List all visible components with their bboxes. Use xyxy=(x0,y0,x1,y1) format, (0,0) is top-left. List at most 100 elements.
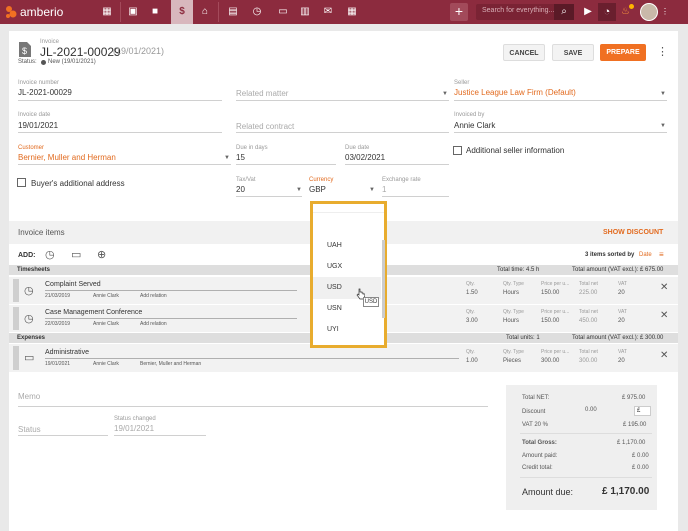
search-placeholder: Search for everything... xyxy=(482,7,555,14)
buyer-address-checkbox[interactable] xyxy=(17,178,26,187)
save-button[interactable]: SAVE xyxy=(552,44,594,61)
chevron-down-icon[interactable]: ▼ xyxy=(296,187,302,193)
related-contract-field[interactable]: Related contract xyxy=(236,122,294,131)
stopwatch-icon[interactable]: ◔ xyxy=(598,3,616,21)
prepare-button[interactable]: PREPARE xyxy=(600,44,646,61)
amberio-logo-icon[interactable] xyxy=(5,5,17,19)
item-user[interactable]: Annie Clark xyxy=(93,361,119,367)
chevron-down-icon[interactable]: ▼ xyxy=(442,91,448,97)
drag-handle[interactable] xyxy=(13,346,19,370)
item-date[interactable]: 21/03/2019 xyxy=(45,293,70,299)
additional-seller-label: Additional seller information xyxy=(466,146,565,155)
item-relation[interactable]: Bernier, Muller and Herman xyxy=(140,361,201,367)
remove-row-icon[interactable]: ✕ xyxy=(660,282,668,293)
invoice-number-field[interactable]: JL-2021-00029 xyxy=(18,88,72,97)
currency-option[interactable]: USN xyxy=(327,305,342,312)
brand-name[interactable]: amberio xyxy=(20,5,63,19)
qty-field[interactable]: 1.00 xyxy=(466,358,478,364)
additional-seller-checkbox[interactable] xyxy=(453,146,462,155)
folder-icon[interactable]: ▭ xyxy=(276,5,290,19)
more-options-icon[interactable]: ⋮ xyxy=(657,45,668,58)
user-avatar[interactable] xyxy=(640,3,658,21)
qty-type-field[interactable]: Hours xyxy=(503,290,519,296)
vat-field[interactable]: 20 xyxy=(618,290,625,296)
item-date[interactable]: 22/03/2019 xyxy=(45,321,70,327)
add-relation-link[interactable]: Add relation xyxy=(140,293,167,299)
time-icon[interactable]: ◷ xyxy=(250,5,264,19)
drag-handle[interactable] xyxy=(13,279,19,302)
related-matter-field[interactable]: Related matter xyxy=(236,89,288,98)
notification-badge xyxy=(629,4,634,9)
invoices-icon[interactable]: $ xyxy=(175,5,189,19)
chevron-down-icon[interactable]: ▼ xyxy=(660,91,666,97)
qty-type-field[interactable]: Pieces xyxy=(503,358,521,364)
add-fixed-fee-icon[interactable]: ⊕ xyxy=(97,248,106,261)
invoiced-by-field[interactable]: Annie Clark xyxy=(454,121,495,130)
search-icon[interactable]: ⌕ xyxy=(554,4,574,20)
qty-field[interactable]: 1.50 xyxy=(466,290,478,296)
table-icon[interactable]: ▦ xyxy=(345,5,359,19)
exchange-rate-field[interactable]: 1 xyxy=(382,185,386,194)
cancel-button[interactable]: CANCEL xyxy=(503,44,545,61)
customer-label: Customer xyxy=(18,145,45,151)
item-user[interactable]: Annie Clark xyxy=(93,321,119,327)
contacts-icon[interactable]: ▣ xyxy=(126,5,140,19)
item-title[interactable]: Case Management Conference xyxy=(45,309,142,316)
global-search-input[interactable]: Search for everything... ⌕ xyxy=(476,4,574,20)
create-new-button[interactable]: + xyxy=(450,3,468,21)
due-date-field[interactable]: 03/02/2021 xyxy=(345,153,385,162)
status-field[interactable]: Status xyxy=(18,425,41,434)
due-days-field[interactable]: 15 xyxy=(236,153,245,162)
currency-field[interactable]: GBP xyxy=(309,185,326,194)
vat-field[interactable]: 20 xyxy=(618,358,625,364)
discount-unit-select[interactable]: £ xyxy=(634,406,651,416)
matters-briefcase-icon[interactable]: ■ xyxy=(148,5,162,19)
dashboard-icon[interactable]: ▦ xyxy=(100,5,114,19)
vat-label: VAT xyxy=(618,281,627,287)
tax-field[interactable]: 20 xyxy=(236,185,245,194)
drag-handle[interactable] xyxy=(13,307,19,330)
dropdown-scrollbar[interactable] xyxy=(382,240,385,318)
seller-field[interactable]: Justice League Law Firm (Default) xyxy=(454,88,576,97)
add-timesheet-icon[interactable]: ◷ xyxy=(45,248,55,261)
invoice-date-field[interactable]: 19/01/2021 xyxy=(18,121,58,130)
bank-icon[interactable]: ⌂ xyxy=(198,5,212,19)
table-row[interactable]: ▭ Administrative 19/01/2021 Annie Clark … xyxy=(9,344,678,372)
add-relation-link[interactable]: Add relation xyxy=(140,321,167,327)
currency-option[interactable]: UGX xyxy=(327,263,342,270)
customer-field[interactable]: Bernier, Muller and Herman xyxy=(18,153,116,162)
play-timer-icon[interactable]: ▶ xyxy=(580,4,596,20)
price-label: Price per u... xyxy=(541,309,570,315)
sort-direction-icon[interactable]: ≡ xyxy=(659,250,664,259)
seller-label: Seller xyxy=(454,80,470,86)
add-expense-icon[interactable]: ▭ xyxy=(71,248,81,261)
user-menu-icon[interactable]: ⋮ xyxy=(661,7,669,16)
chevron-down-icon[interactable]: ▼ xyxy=(224,155,230,161)
currency-option[interactable]: UYI xyxy=(327,326,339,333)
item-date[interactable]: 19/01/2021 xyxy=(45,361,70,367)
currency-option[interactable]: UAH xyxy=(327,242,342,249)
price-field[interactable]: 150.00 xyxy=(541,318,559,324)
chevron-down-icon[interactable]: ▼ xyxy=(369,187,375,193)
sort-by-dropdown[interactable]: Date xyxy=(639,252,652,258)
item-title[interactable]: Complaint Served xyxy=(45,281,101,288)
remove-row-icon[interactable]: ✕ xyxy=(660,310,668,321)
qty-type-field[interactable]: Hours xyxy=(503,318,519,324)
invoice-panel: $ Invoice JL-2021-00029 (19/01/2021) Sta… xyxy=(9,31,678,531)
show-discount-link[interactable]: SHOW DISCOUNT xyxy=(603,229,663,236)
remove-row-icon[interactable]: ✕ xyxy=(660,350,668,361)
documents-icon[interactable]: ▥ xyxy=(298,5,312,19)
item-title[interactable]: Administrative xyxy=(45,349,89,356)
item-user[interactable]: Annie Clark xyxy=(93,293,119,299)
chevron-down-icon[interactable]: ▼ xyxy=(660,123,666,129)
calendar-icon[interactable]: ▤ xyxy=(226,5,240,19)
discount-field[interactable]: 0.00 xyxy=(585,407,597,413)
price-field[interactable]: 300.00 xyxy=(541,358,559,364)
vat-field[interactable]: 20 xyxy=(618,318,625,324)
mail-icon[interactable]: ✉ xyxy=(321,5,335,19)
memo-field[interactable]: Memo xyxy=(18,392,40,401)
qty-field[interactable]: 3.00 xyxy=(466,318,478,324)
currency-option-hovered[interactable]: USD xyxy=(327,284,342,291)
price-label: Price per u... xyxy=(541,349,570,355)
price-field[interactable]: 150.00 xyxy=(541,290,559,296)
